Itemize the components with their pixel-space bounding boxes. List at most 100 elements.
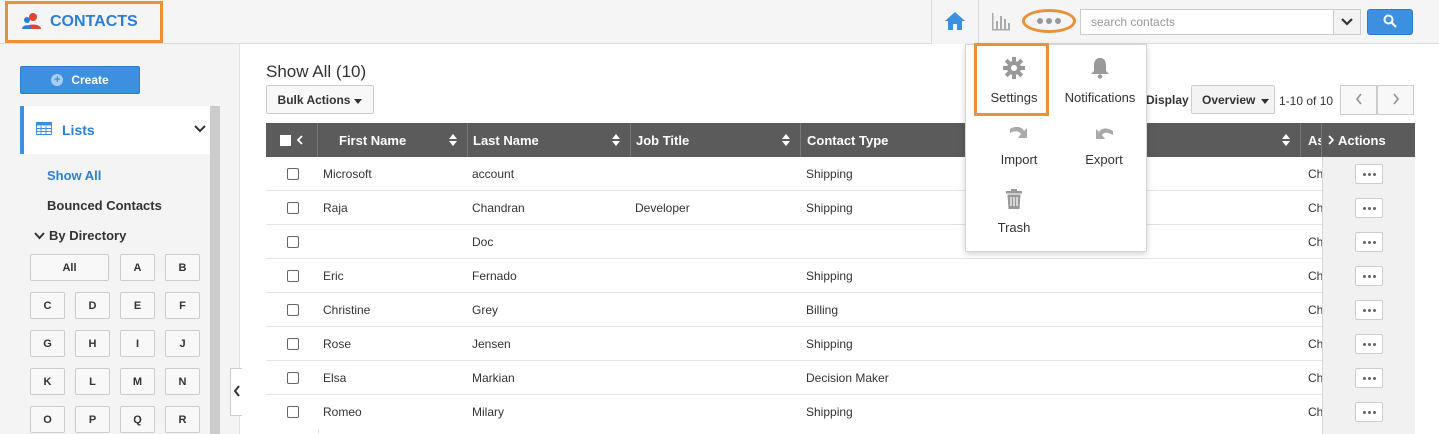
menu-item-label: Trash [997, 220, 1031, 235]
letter-button-i[interactable]: I [120, 330, 155, 357]
home-icon [944, 11, 966, 34]
previous-page-button[interactable] [1340, 85, 1377, 115]
letter-button-n[interactable]: N [165, 368, 200, 395]
select-all-checkbox[interactable] [280, 134, 291, 146]
cell-last-name: Doc [472, 235, 494, 249]
row-checkbox[interactable] [287, 338, 299, 350]
row-checkbox[interactable] [287, 372, 299, 384]
dot-icon [1046, 18, 1052, 24]
row-actions-button[interactable] [1355, 300, 1383, 320]
top-bar: CONTACTS [0, 0, 1439, 44]
column-header-last-name[interactable]: Last Name [468, 123, 631, 157]
app-title: CONTACTS [50, 13, 138, 30]
letter-button-c[interactable]: C [30, 292, 65, 319]
row-checkbox[interactable] [287, 168, 299, 180]
table-row[interactable]: Raja Chandran Developer Shipping Ch [266, 191, 1415, 225]
menu-item-trash[interactable]: Trash [974, 189, 1054, 235]
table-row[interactable]: Microsoft account Shipping Ch [266, 157, 1415, 191]
bulk-actions-label: Bulk Actions [277, 92, 351, 107]
lists-panel-toggle[interactable]: Lists [20, 106, 210, 154]
app-brand[interactable]: CONTACTS [5, 1, 163, 43]
create-button[interactable]: + Create [20, 66, 140, 94]
reports-chart-icon[interactable] [990, 10, 1012, 35]
row-actions-button[interactable] [1355, 402, 1383, 422]
table-row[interactable]: Rose Jensen Shipping Ch [266, 327, 1415, 361]
bulk-actions-button[interactable]: Bulk Actions [266, 85, 374, 114]
column-label: First Name [339, 132, 407, 148]
letter-button-h[interactable]: H [75, 330, 110, 357]
sidebar-item-show-all[interactable]: Show All [47, 168, 101, 183]
letter-button-b[interactable]: B [165, 254, 200, 281]
display-label: Display [1146, 93, 1189, 107]
letter-button-e[interactable]: E [120, 292, 155, 319]
cell-first-name: Eric [323, 269, 344, 283]
row-actions-button[interactable] [1355, 266, 1383, 286]
search-input[interactable] [1080, 9, 1333, 35]
plus-icon: + [51, 74, 64, 86]
chevron-left-icon[interactable] [296, 133, 303, 148]
row-checkbox[interactable] [287, 236, 299, 248]
contacts-table: First Name Last Name Job Title Contact T… [266, 123, 1415, 434]
column-header-job-title[interactable]: Job Title [631, 123, 801, 157]
row-actions-button[interactable] [1355, 232, 1383, 252]
row-checkbox[interactable] [287, 304, 299, 316]
pagination-range: 1-10 of 10 [1279, 94, 1334, 108]
view-select[interactable]: Overview [1191, 85, 1275, 114]
search-icon [1383, 14, 1397, 31]
export-arrow-icon [1093, 123, 1115, 144]
row-checkbox[interactable] [287, 406, 299, 418]
cell-last-name: Chandran [472, 201, 525, 215]
table-row[interactable]: Elsa Markian Decision Maker Ch [266, 361, 1415, 395]
table-row[interactable]: Christine Grey Billing Ch [266, 293, 1415, 327]
row-actions-button[interactable] [1355, 164, 1383, 184]
letter-button-f[interactable]: F [165, 292, 200, 319]
next-page-button[interactable] [1377, 85, 1414, 115]
letter-button-p[interactable]: P [75, 406, 110, 433]
row-actions-button[interactable] [1355, 368, 1383, 388]
cell-first-name: Romeo [323, 405, 362, 419]
more-options-button[interactable] [1022, 9, 1076, 33]
row-checkbox[interactable] [287, 270, 299, 282]
sidebar-item-bounced-contacts[interactable]: Bounced Contacts [47, 198, 162, 213]
row-checkbox[interactable] [287, 202, 299, 214]
cell-contact-type: Shipping [806, 269, 853, 283]
letter-button-g[interactable]: G [30, 330, 65, 357]
menu-item-export[interactable]: Export [1064, 123, 1144, 167]
select-all-header [266, 123, 318, 157]
table-row[interactable]: Eric Fernado Shipping Ch [266, 259, 1415, 293]
table-row[interactable]: Doc Ch [266, 225, 1415, 259]
by-directory-label: By Directory [49, 228, 127, 243]
search-dropdown-button[interactable] [1333, 9, 1361, 35]
search-button[interactable] [1367, 9, 1413, 35]
cell-contact-type: Decision Maker [806, 371, 889, 385]
dot-icon [1037, 18, 1043, 24]
column-header-actions[interactable]: Actions [1322, 123, 1415, 157]
collapse-sidebar-button[interactable] [230, 368, 242, 416]
home-button[interactable] [931, 0, 979, 44]
letter-button-k[interactable]: K [30, 368, 65, 395]
cell-first-name: Rose [323, 337, 352, 351]
by-directory-toggle[interactable]: By Directory [34, 228, 126, 243]
menu-item-label: Import [1000, 152, 1038, 167]
letter-button-l[interactable]: L [75, 368, 110, 395]
letter-button-a[interactable]: A [120, 254, 155, 281]
letter-button-r[interactable]: R [165, 406, 200, 433]
menu-item-import[interactable]: Import [979, 123, 1059, 167]
cell-last-name: Markian [472, 371, 515, 385]
letter-button-q[interactable]: Q [120, 406, 155, 433]
bell-icon [1090, 57, 1110, 82]
column-header-first-name[interactable]: First Name [318, 123, 468, 157]
row-actions-button[interactable] [1355, 334, 1383, 354]
letter-button-all[interactable]: All [30, 254, 109, 281]
row-actions-button[interactable] [1355, 198, 1383, 218]
letter-button-m[interactable]: M [120, 368, 155, 395]
letter-button-d[interactable]: D [75, 292, 110, 319]
table-row[interactable]: Romeo Milary Shipping Ch [266, 395, 1415, 429]
column-header-assigned[interactable]: As [1301, 123, 1322, 157]
letter-button-j[interactable]: J [165, 330, 200, 357]
sidebar-scrollbar[interactable] [210, 106, 220, 434]
cell-first-name: Raja [323, 201, 348, 215]
menu-item-notifications[interactable]: Notifications [1060, 57, 1140, 105]
letter-button-o[interactable]: O [30, 406, 65, 433]
cell-contact-type: Shipping [806, 201, 853, 215]
